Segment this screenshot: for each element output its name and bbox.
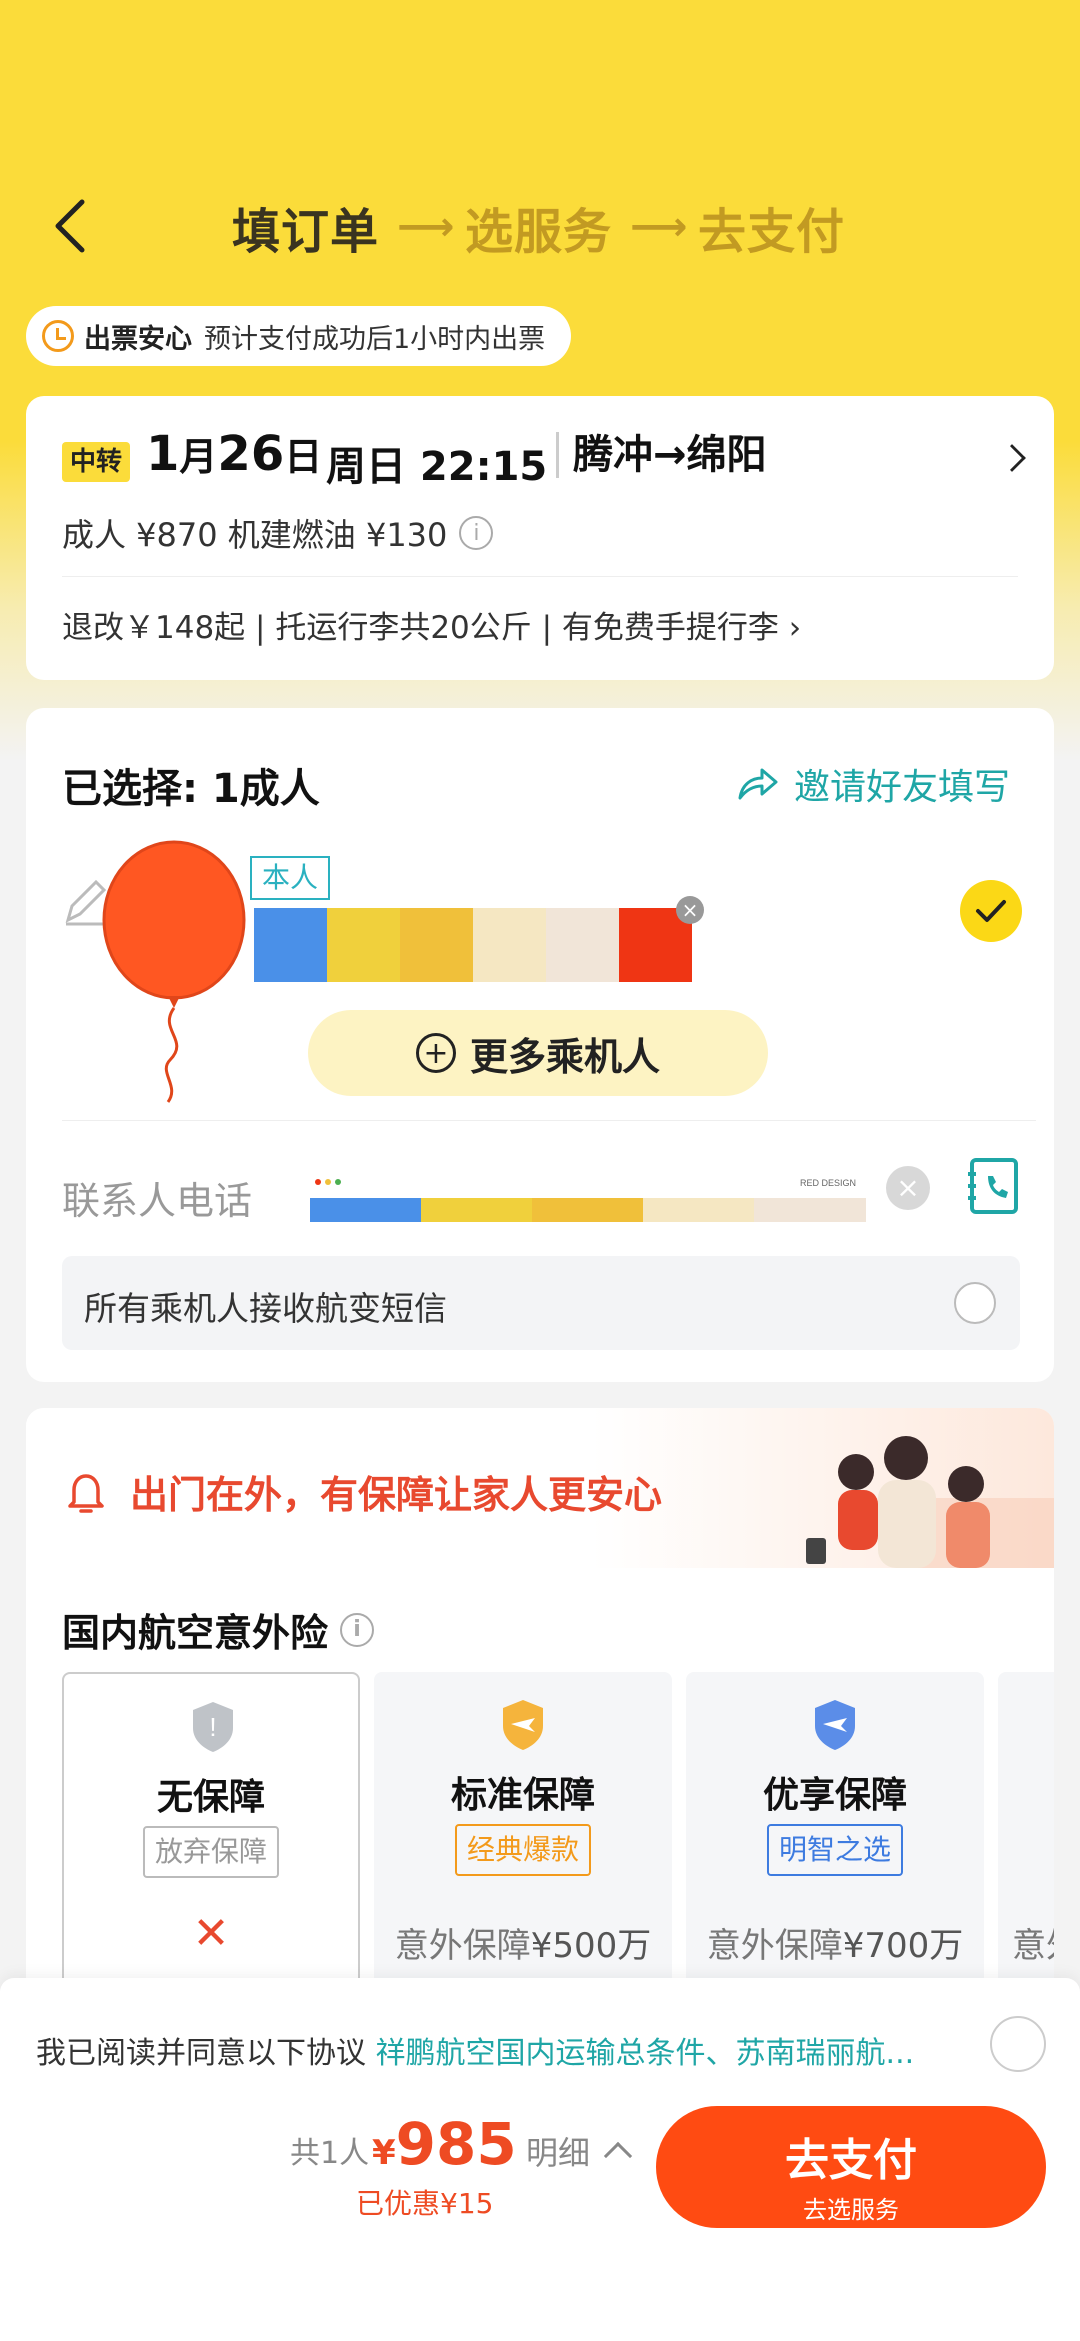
agreement-prefix: 我已阅读并同意以下协议 (36, 2036, 376, 2071)
insurance-slogan: 出门在外，有保障让家人更安心 (130, 1473, 663, 1517)
notice-text: 预计支付成功后1小时内出票 (204, 323, 546, 355)
discount-text: 已优惠¥15 (356, 2187, 494, 2220)
agreement-link[interactable]: 祥鹏航空国内运输总条件、苏南瑞丽航... (376, 2036, 915, 2071)
chevron-left-icon (55, 199, 85, 253)
phone-contacts-icon[interactable] (966, 1156, 1022, 1216)
plus-circle-icon: + (415, 1033, 456, 1073)
flight-date: 1 月 26 日 (146, 426, 322, 482)
step-pay: 去支付 (698, 204, 846, 260)
ticket-notice: 出票安心 预计支付成功后1小时内出票 (26, 306, 572, 366)
plan-name: 标准保障 (450, 1775, 595, 1816)
redaction-block (473, 908, 546, 982)
price-line: 成人 ¥870 机建燃油 ¥130 i (62, 510, 494, 556)
more-passengers-button[interactable]: + 更多乘机人 (308, 1010, 768, 1096)
price-detail-button[interactable]: 明细 (526, 2128, 633, 2174)
plan-coverage: 意外保障¥500万 (374, 1918, 672, 1967)
plan-name: 优享保障 (762, 1775, 907, 1816)
insurance-card: 出门在外，有保障让家人更安心 国内航空意外险 i ! 无保障 放弃保障 ✕ 标准… (26, 1408, 1054, 2048)
agreement-text: 我已阅读并同意以下协议 祥鹏航空国内运输总条件、苏南瑞丽航... (36, 2028, 976, 2072)
redaction-block (254, 908, 327, 982)
passenger-name-redacted (254, 908, 692, 982)
divider (62, 576, 1018, 577)
redaction-block (400, 908, 473, 982)
refund-baggage-rules[interactable]: 退改￥148起 | 托运行李共20公斤 | 有免费手提行李 › (62, 602, 801, 647)
flight-weekday-time: 周日 22:15 (326, 444, 548, 490)
flight-card[interactable]: 中转 1 月 26 日 周日 22:15 腾冲→绵阳 成人 ¥870 机建燃油 ¥13… (26, 396, 1054, 680)
step-select-service: 选服务 (465, 204, 613, 260)
plan-badge: 明智之选 (766, 1824, 904, 1876)
flight-day: 26 (217, 426, 285, 482)
sms-radio[interactable] (954, 1282, 996, 1324)
step-arrow-icon: ⟶ (630, 204, 689, 250)
self-badge: 本人 (250, 856, 331, 900)
passenger-card: 已选择: 1成人 邀请好友填写 本人 × + 更多乘机人 联系人电话 RED D… (26, 708, 1054, 1382)
clear-phone-icon[interactable]: × (886, 1166, 930, 1210)
blue-plane-shield-icon (815, 1700, 855, 1750)
flight-month: 1 (146, 426, 180, 482)
coverage-label: 意外 (1012, 1926, 1054, 1966)
passenger-selected-check-icon[interactable] (960, 880, 1022, 942)
close-icon: ✕ (192, 1908, 230, 1959)
coverage-value: ¥500万 (530, 1926, 652, 1966)
coverage-label: 意外保障 (394, 1926, 531, 1966)
flight-route: 腾冲→绵阳 (556, 432, 767, 478)
insurance-title-text: 国内航空意外险 (62, 1611, 329, 1655)
more-passengers-label: 更多乘机人 (469, 1034, 660, 1079)
balloon-sticker-icon (102, 840, 246, 1103)
pay-sublabel: 去选服务 (803, 2196, 899, 2224)
pay-button[interactable]: 去支付 去选服务 (656, 2106, 1046, 2228)
plan-coverage: 意外保障¥700万 (686, 1918, 984, 1967)
coverage-value: ¥700万 (842, 1926, 964, 1966)
pay-label: 去支付 (785, 2135, 917, 2186)
info-icon[interactable]: i (340, 1612, 375, 1647)
svg-text:!: ! (209, 1712, 216, 1742)
total-price: ¥985 (372, 2110, 517, 2178)
step-fill-order: 填订单 (232, 204, 380, 260)
contact-phone-redacted[interactable]: RED DESIGN (310, 1168, 866, 1228)
redaction-block (546, 908, 619, 982)
plan-badge: 经典爆款 (454, 1824, 592, 1876)
bell-icon (68, 1474, 104, 1513)
redaction-block (327, 908, 400, 982)
insurance-title: 国内航空意外险 i (62, 1602, 375, 1657)
info-icon[interactable]: i (459, 516, 494, 550)
sms-option-row[interactable]: 所有乘机人接收航变短信 (62, 1256, 1020, 1350)
chevron-up-icon (603, 2141, 633, 2171)
share-icon (738, 768, 778, 800)
back-button[interactable] (48, 196, 92, 256)
orange-plane-shield-icon (503, 1700, 543, 1750)
flight-month-unit: 月 (179, 435, 218, 479)
sms-label: 所有乘机人接收航变短信 (84, 1289, 447, 1328)
contact-phone-label: 联系人电话 (62, 1179, 253, 1223)
agreement-radio[interactable] (990, 2016, 1046, 2072)
checkout-bar: 我已阅读并同意以下协议 祥鹏航空国内运输总条件、苏南瑞丽航... 共1人 ¥98… (0, 1978, 1080, 2341)
coverage-label: 意外保障 (706, 1926, 843, 1966)
plan-badge: 放弃保障 (142, 1826, 280, 1878)
divider (62, 1120, 1036, 1121)
detail-label: 明细 (526, 2134, 591, 2172)
selected-count: 已选择: 1成人 (62, 766, 320, 812)
clock-icon (42, 320, 74, 352)
order-steps: 填订单 ⟶ 选服务 ⟶ 去支付 (232, 192, 845, 262)
redaction-caption: RED DESIGN (800, 1178, 856, 1188)
gray-shield-icon: ! (193, 1702, 233, 1752)
plan-name: 无保障 (156, 1777, 265, 1818)
remove-passenger-icon[interactable]: × (676, 896, 704, 924)
flight-day-unit: 日 (284, 435, 323, 479)
invite-label: 邀请好友填写 (794, 767, 1011, 808)
notice-title: 出票安心 (84, 323, 192, 355)
transfer-tag: 中转 (62, 442, 131, 482)
price-text: 成人 ¥870 机建燃油 ¥130 (62, 516, 448, 554)
plan-coverage: 意外 (998, 1918, 1054, 1967)
step-arrow-icon: ⟶ (397, 204, 456, 250)
family-illustration (806, 1436, 1054, 1568)
chevron-right-icon[interactable] (998, 444, 1026, 472)
passenger-count: 共1人 (290, 2136, 370, 2171)
invite-friend-button[interactable]: 邀请好友填写 (736, 758, 1010, 810)
currency-symbol: ¥ (372, 2133, 396, 2173)
total-amount: 985 (395, 2110, 517, 2178)
